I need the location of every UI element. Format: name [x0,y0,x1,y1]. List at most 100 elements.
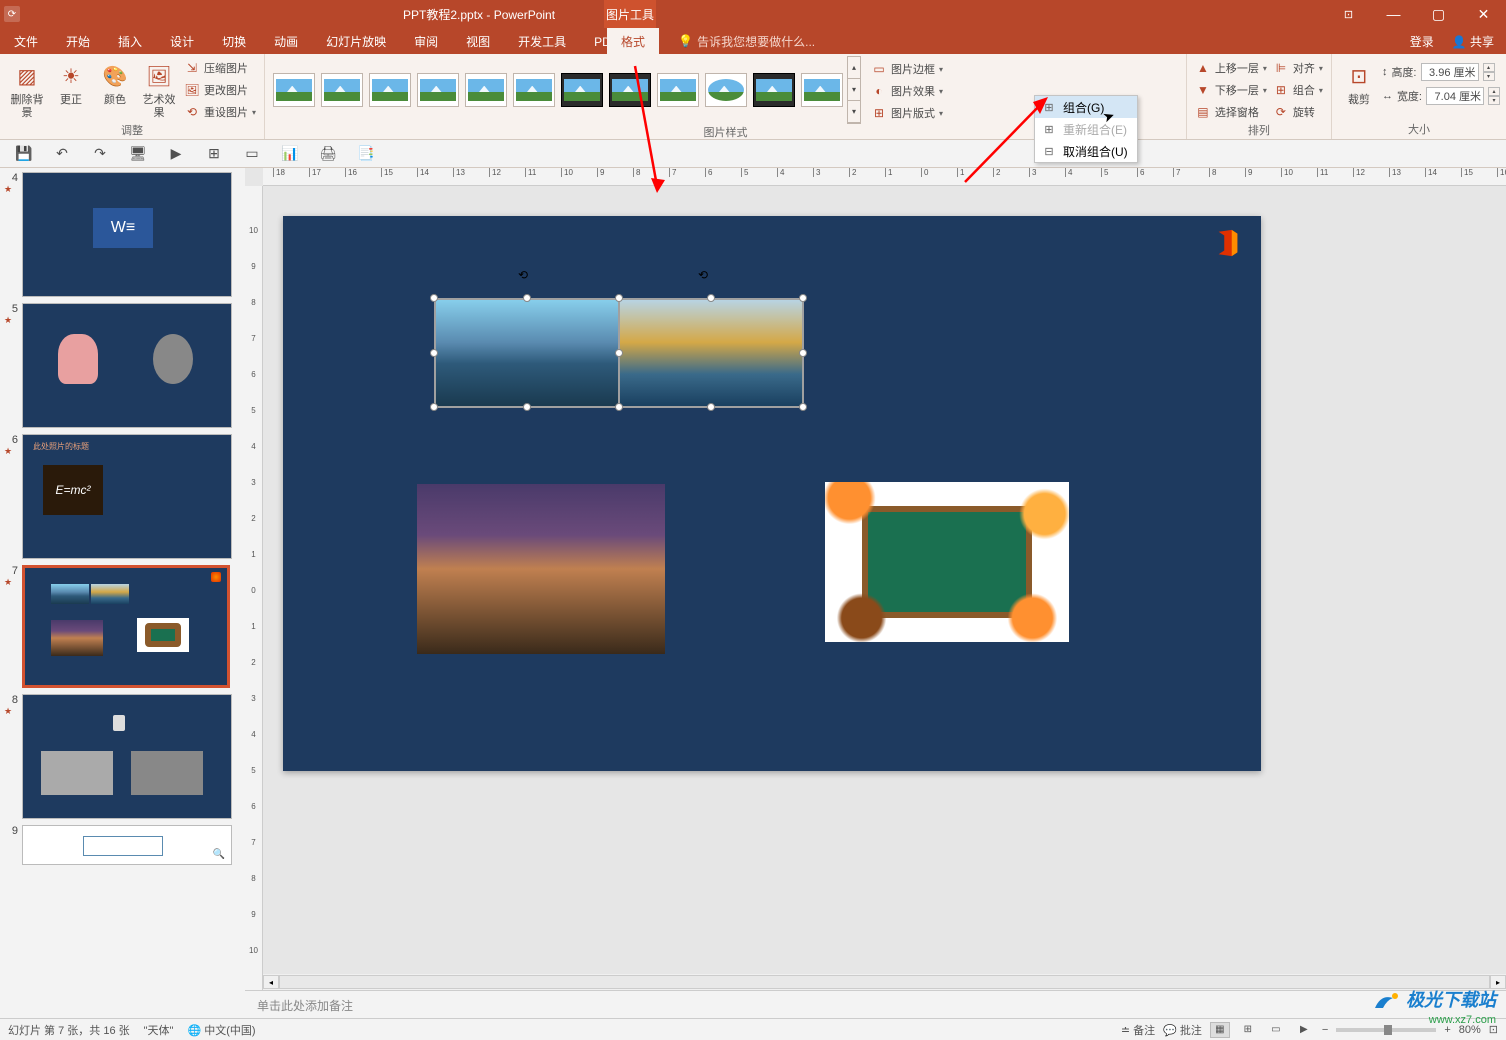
notes-pane[interactable]: 单击此处添加备注 [245,990,1506,1018]
tab-view[interactable]: 视图 [452,28,504,54]
style-item[interactable] [561,73,603,107]
width-spinner[interactable]: ▴▾ [1488,87,1500,105]
tab-insert[interactable]: 插入 [104,28,156,54]
status-comments-button[interactable]: 💬 批注 [1163,1022,1202,1038]
resize-handle[interactable] [615,294,623,302]
tab-file[interactable]: 文件 [0,28,52,54]
slide-thumbnails-panel[interactable]: 4★ W≡ 5★ 6★ 此处照片的标题 E=mc² 7★ [0,168,245,1018]
reset-picture-button[interactable]: ⟲重设图片▾ [182,102,258,122]
resize-handle[interactable] [799,349,807,357]
style-item[interactable] [273,73,315,107]
tab-animations[interactable]: 动画 [260,28,312,54]
qat-redo-button[interactable]: ↷ [90,144,110,164]
rotate-button[interactable]: ⟳旋转 [1271,102,1325,122]
style-item[interactable] [417,73,459,107]
slide-thumb-8[interactable]: 8★ [4,694,237,819]
tab-transitions[interactable]: 切换 [208,28,260,54]
crop-button[interactable]: ⊡裁剪 [1338,56,1380,107]
rotate-handle-icon[interactable]: ⟲ [515,267,531,283]
tab-slideshow[interactable]: 幻灯片放映 [312,28,400,54]
height-input[interactable]: 3.96 厘米 [1421,63,1479,81]
slide-thumb-5[interactable]: 5★ [4,303,237,428]
tab-design[interactable]: 设计 [156,28,208,54]
zoom-out-button[interactable]: − [1322,1024,1328,1036]
scroll-left-icon[interactable]: ◂ [263,975,279,989]
tell-me-search[interactable]: 💡告诉我您想要做什么... [678,33,815,50]
resize-handle[interactable] [430,294,438,302]
corrections-button[interactable]: ☀更正 [50,56,92,107]
slide-thumb-7-active[interactable]: 7★ [4,565,237,688]
resize-handle[interactable] [707,403,715,411]
canvas-hscroll[interactable]: ◂ ▸ [263,974,1506,990]
status-language[interactable]: 🌐 中文(中国) [187,1022,255,1038]
slide-image-board[interactable] [825,482,1069,642]
resize-handle[interactable] [799,294,807,302]
compress-pictures-button[interactable]: ⇲压缩图片 [182,58,258,78]
style-item[interactable] [801,73,843,107]
picture-effects-button[interactable]: ◐图片效果▾ [869,81,945,101]
style-item[interactable] [369,73,411,107]
resize-handle[interactable] [430,349,438,357]
share-button[interactable]: 👤 共享 [1444,33,1502,50]
height-spinner[interactable]: ▴▾ [1483,63,1495,81]
send-backward-button[interactable]: ▼下移一层▾ [1193,80,1269,100]
qat-button[interactable]: ▶ [166,144,186,164]
slide-canvas-area[interactable]: ⟲ ⟲ [263,186,1506,990]
color-button[interactable]: 🎨颜色 [94,56,136,107]
slide-canvas[interactable]: ⟲ ⟲ [283,216,1261,771]
qat-save-button[interactable]: 💾 [14,144,34,164]
tab-review[interactable]: 审阅 [400,28,452,54]
qat-button[interactable]: ⊞ [204,144,224,164]
ribbon-options-button[interactable]: ⊡ [1326,0,1371,28]
rotate-handle-icon[interactable]: ⟲ [695,267,711,283]
resize-handle[interactable] [615,403,623,411]
resize-handle[interactable] [615,349,623,357]
slide-thumb-4[interactable]: 4★ W≡ [4,172,237,297]
change-picture-button[interactable]: 🖼更改图片 [182,80,258,100]
gallery-expand-icon[interactable]: ▾ [848,101,860,123]
align-button[interactable]: ⊫对齐▾ [1271,58,1325,78]
resize-handle[interactable] [523,294,531,302]
qat-button[interactable]: ▭ [242,144,262,164]
style-item[interactable] [321,73,363,107]
artistic-effects-button[interactable]: 🖼艺术效果 [138,56,180,120]
slide-image-city[interactable] [417,484,665,654]
gallery-scroll[interactable]: ▴▾▾ [847,56,861,124]
resize-handle[interactable] [707,294,715,302]
tab-format[interactable]: 格式 [607,28,659,54]
tab-home[interactable]: 开始 [52,28,104,54]
qat-button[interactable]: 🖨 [318,144,338,164]
minimize-button[interactable]: — [1371,0,1416,28]
qat-button[interactable]: 🖥 [128,144,148,164]
close-button[interactable]: ✕ [1461,0,1506,28]
view-sorter-button[interactable]: ⊞ [1238,1022,1258,1038]
picture-layout-button[interactable]: ⊞图片版式▾ [869,103,945,123]
group-button[interactable]: ⊞组合▾ [1271,80,1325,100]
slide-thumb-9[interactable]: 9 🔍 [4,825,237,865]
maximize-button[interactable]: ▢ [1416,0,1461,28]
width-input[interactable]: 7.04 厘米 [1426,87,1484,105]
slide-thumb-6[interactable]: 6★ 此处照片的标题 E=mc² [4,434,237,559]
picture-border-button[interactable]: ▭图片边框▾ [869,59,945,79]
view-reading-button[interactable]: ▭ [1266,1022,1286,1038]
resize-handle[interactable] [799,403,807,411]
selected-image-2[interactable] [619,299,803,407]
view-slideshow-button[interactable]: ▶ [1294,1022,1314,1038]
style-item[interactable] [513,73,555,107]
view-normal-button[interactable]: ▦ [1210,1022,1230,1038]
selected-image-1[interactable] [435,299,619,407]
resize-handle[interactable] [523,403,531,411]
resize-handle[interactable] [430,403,438,411]
style-item[interactable] [465,73,507,107]
bring-forward-button[interactable]: ▲上移一层▾ [1193,58,1269,78]
qat-button[interactable]: 📊 [280,144,300,164]
tab-devtools[interactable]: 开发工具 [504,28,580,54]
status-notes-button[interactable]: ≐ 备注 [1121,1022,1155,1038]
remove-background-button[interactable]: ▨删除背景 [6,56,48,120]
scroll-down-icon[interactable]: ▾ [848,79,860,101]
qat-undo-button[interactable]: ↶ [52,144,72,164]
zoom-slider[interactable] [1336,1028,1436,1032]
qat-button[interactable]: 📑 [356,144,376,164]
signin-button[interactable]: 登录 [1402,33,1442,50]
scroll-up-icon[interactable]: ▴ [848,57,860,79]
